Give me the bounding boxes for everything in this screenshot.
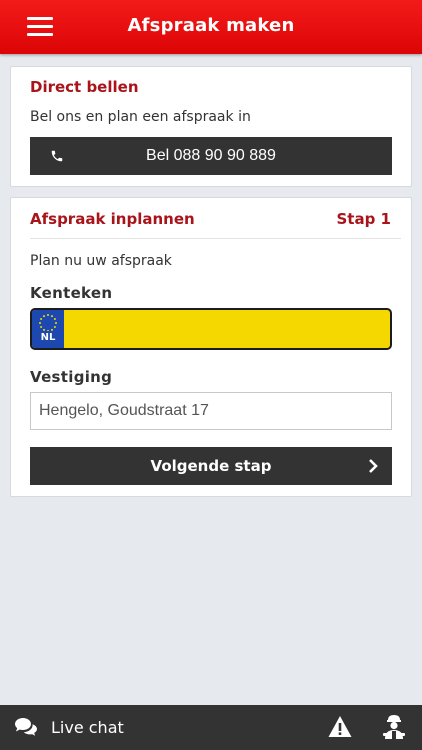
location-value: Hengelo, Goudstraat 17 — [39, 402, 209, 419]
roadside-assistance-icon — [383, 715, 405, 739]
call-button[interactable]: Bel 088 90 90 889 — [30, 137, 392, 175]
roadside-assistance-button[interactable] — [382, 714, 406, 740]
warning-icon — [328, 716, 352, 737]
direct-call-description: Bel ons en plan een afspraak in — [30, 109, 251, 125]
app-header: Afspraak maken — [0, 0, 422, 54]
license-plate-input[interactable] — [66, 310, 388, 348]
next-step-label: Volgende stap — [150, 457, 272, 475]
direct-call-card: Direct bellen Bel ons en plan een afspra… — [10, 66, 412, 187]
location-select[interactable]: Hengelo, Goudstraat 17 — [30, 392, 392, 430]
call-button-label: Bel 088 90 90 889 — [146, 147, 276, 164]
license-plate-field[interactable]: NL — [30, 308, 392, 350]
location-label: Vestiging — [30, 368, 113, 386]
live-chat-label: Live chat — [51, 718, 124, 737]
chat-bubbles-icon — [15, 718, 37, 736]
country-code: NL — [40, 332, 56, 343]
appointment-description: Plan nu uw afspraak — [30, 253, 172, 269]
bottom-bar: Live chat — [0, 705, 422, 750]
next-step-button[interactable]: Volgende stap — [30, 447, 392, 485]
step-indicator: Stap 1 — [336, 210, 392, 228]
license-plate-label: Kenteken — [30, 284, 113, 302]
live-chat-button[interactable]: Live chat — [12, 705, 152, 750]
eu-band: NL — [32, 310, 64, 348]
page-title: Afspraak maken — [127, 15, 295, 36]
appointment-card: Afspraak inplannen Stap 1 Plan nu uw afs… — [10, 197, 412, 497]
chevron-right-icon — [369, 459, 378, 473]
warning-button[interactable] — [328, 715, 352, 739]
eu-stars-icon — [39, 314, 57, 331]
divider — [30, 238, 401, 239]
direct-call-title: Direct bellen — [30, 78, 139, 96]
appointment-title: Afspraak inplannen — [30, 210, 195, 228]
